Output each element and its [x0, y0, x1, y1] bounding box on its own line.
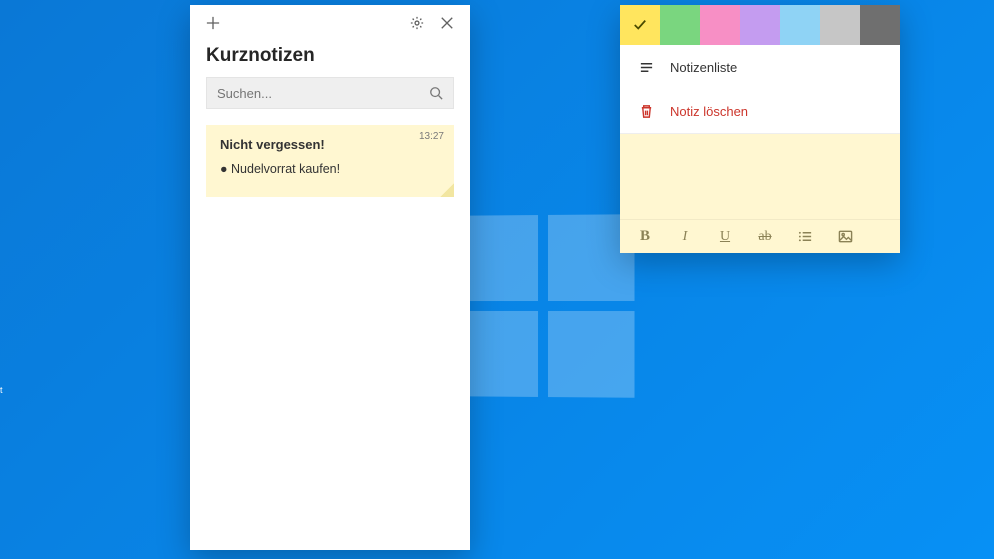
note-timestamp: 13:27	[419, 131, 444, 142]
list-icon	[638, 59, 654, 75]
color-swatch-yellow[interactable]	[620, 5, 660, 45]
note-body: ● Nudelvorrat kaufen!	[220, 162, 440, 176]
strikethrough-button[interactable]: ab	[748, 223, 782, 251]
sticky-notes-list-window: Kurznotizen 13:27 Nicht vergessen! ● Nud…	[190, 5, 470, 550]
close-icon	[440, 16, 454, 30]
plus-icon	[206, 16, 220, 30]
note-context-menu: Notizenliste Notiz löschen	[620, 45, 900, 134]
menu-item-notes-list[interactable]: Notizenliste	[620, 45, 900, 89]
color-swatch-blue[interactable]	[780, 5, 820, 45]
note-body-area[interactable]	[620, 134, 900, 219]
color-swatch-purple[interactable]	[740, 5, 780, 45]
color-swatch-pink[interactable]	[700, 5, 740, 45]
search-field[interactable]	[206, 77, 454, 109]
menu-item-label: Notizenliste	[670, 60, 737, 75]
color-swatch-charcoal[interactable]	[860, 5, 900, 45]
sticky-note-window: Notizenliste Notiz löschen B I U ab	[620, 5, 900, 253]
new-note-button[interactable]	[198, 8, 228, 38]
search-icon	[429, 86, 443, 100]
note-title: Nicht vergessen!	[220, 137, 440, 152]
menu-item-label: Notiz löschen	[670, 104, 748, 119]
note-card[interactable]: 13:27 Nicht vergessen! ● Nudelvorrat kau…	[206, 125, 454, 197]
gear-icon	[410, 16, 424, 30]
underline-button[interactable]: U	[708, 223, 742, 251]
trash-icon	[638, 103, 654, 119]
color-swatch-green[interactable]	[660, 5, 700, 45]
notes-list: 13:27 Nicht vergessen! ● Nudelvorrat kau…	[190, 109, 470, 213]
windows-logo	[453, 214, 635, 397]
checkmark-icon	[633, 18, 647, 32]
app-title: Kurznotizen	[190, 41, 470, 77]
bold-button[interactable]: B	[628, 223, 662, 251]
bullets-icon	[798, 229, 813, 244]
image-button[interactable]	[828, 223, 862, 251]
color-picker-row	[620, 5, 900, 45]
menu-item-delete-note[interactable]: Notiz löschen	[620, 89, 900, 133]
search-input[interactable]	[217, 86, 429, 101]
settings-button[interactable]	[402, 8, 432, 38]
color-swatch-gray[interactable]	[820, 5, 860, 45]
image-icon	[838, 229, 853, 244]
desktop-icon-caption: t	[0, 385, 3, 395]
format-toolbar: B I U ab	[620, 219, 900, 253]
window-titlebar	[190, 5, 470, 41]
close-button[interactable]	[432, 8, 462, 38]
bullets-button[interactable]	[788, 223, 822, 251]
italic-button[interactable]: I	[668, 223, 702, 251]
